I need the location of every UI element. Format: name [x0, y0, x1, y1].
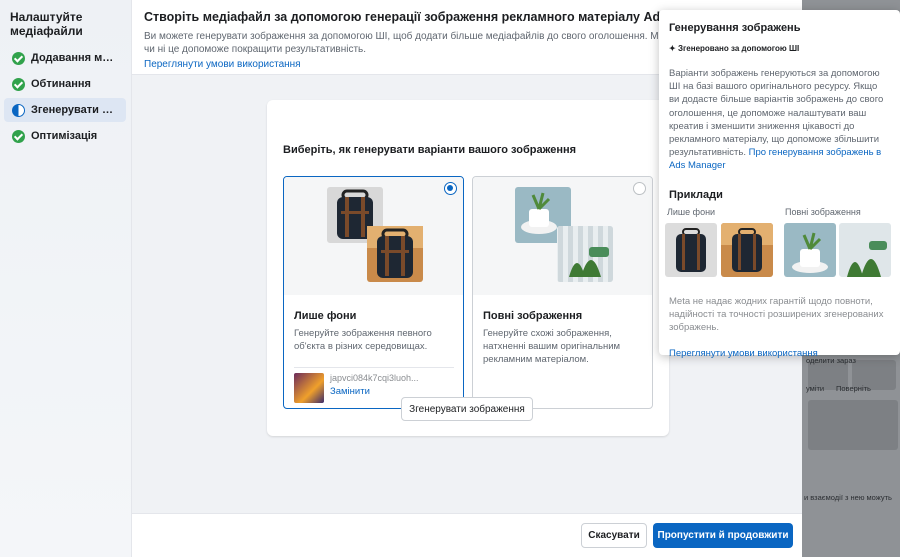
popover-disclaimer: Meta не надає жодних гарантій щодо повно…	[669, 295, 884, 334]
popover-body-text: Варіанти зображень генеруються за допомо…	[669, 68, 884, 159]
popover-title: Генерування зображень	[669, 22, 801, 34]
option-title: Повні зображення	[483, 310, 583, 322]
setup-sidebar: Налаштуйте медіафайли Додавання меді... …	[0, 0, 132, 557]
sparkle-icon: ✦	[669, 44, 676, 53]
option-full-images[interactable]: Повні зображення Генеруйте схожі зображе…	[472, 176, 653, 409]
popover-terms-link[interactable]: Переглянути умови використання	[669, 348, 890, 359]
examples-heading: Приклади	[669, 188, 723, 201]
terms-link[interactable]: Переглянути умови використання	[144, 59, 301, 70]
background-text: и взаємодії з нею можуть	[804, 493, 892, 502]
examples-label-backgrounds: Лише фони	[667, 206, 716, 217]
card-title: Виберіть, як генерувати варіанти вашого …	[283, 144, 577, 156]
asset-name: japvci084k7cqi3luoh...	[330, 373, 419, 383]
check-icon	[12, 129, 25, 143]
option-backgrounds-only[interactable]: Лише фони Генеруйте зображення певного о…	[283, 176, 464, 409]
step-label: Додавання меді...	[31, 52, 118, 64]
step-add-media[interactable]: Додавання меді...	[4, 46, 126, 70]
option-preview	[284, 177, 463, 295]
backpack-preview-image	[327, 187, 423, 282]
step-crop[interactable]: Обтинання	[4, 72, 126, 96]
generate-images-button[interactable]: Згенерувати зображення	[401, 397, 533, 421]
step-label: Обтинання	[31, 78, 91, 90]
image-generation-popover: Генерування зображень ✦ Згенеровано за д…	[659, 10, 900, 359]
step-label: Оптимізація	[31, 130, 98, 142]
option-description: Генеруйте зображення певного об'єкта в р…	[294, 328, 432, 352]
step-label: Згенерувати зоб...	[31, 104, 118, 116]
popover-subtitle-text: Згенеровано за допомогою ШІ	[677, 44, 800, 53]
option-description: Генеруйте схожі зображення, натхненні ва…	[483, 328, 621, 365]
check-icon	[12, 51, 25, 65]
skip-and-continue-button[interactable]: Пропустити й продовжити	[653, 523, 793, 548]
sidebar-title: Налаштуйте медіафайли	[10, 10, 83, 38]
examples-row	[665, 222, 891, 279]
examples-labels: Лише фони Повні зображення	[667, 206, 890, 221]
option-title: Лише фони	[294, 310, 357, 322]
background-thumbnail	[808, 400, 898, 450]
background-text: уміти	[806, 384, 825, 393]
generation-options-card: Виберіть, як генерувати варіанти вашого …	[267, 100, 669, 436]
popover-body: Варіанти зображень генеруються за допомо…	[669, 67, 890, 173]
plants-preview-image	[515, 187, 613, 282]
example-image	[665, 222, 717, 277]
background-text: Поверніть	[836, 384, 871, 393]
example-image	[721, 222, 773, 277]
check-icon	[12, 77, 25, 91]
step-optimization[interactable]: Оптимізація	[4, 124, 126, 148]
option-preview	[473, 177, 652, 295]
example-image	[839, 222, 891, 277]
asset-thumbnail	[294, 373, 324, 403]
example-image	[784, 222, 836, 277]
step-generate-images[interactable]: Згенерувати зоб...	[4, 98, 126, 122]
radio-selected[interactable]	[444, 182, 457, 195]
popover-subtitle: ✦ Згенеровано за допомогою ШІ	[669, 44, 890, 53]
page-title-text: Створіть медіафайл за допомогою генераці…	[144, 10, 715, 24]
cancel-button[interactable]: Скасувати	[581, 523, 647, 548]
replace-asset-link[interactable]: Замінити	[330, 386, 419, 397]
in-progress-icon	[12, 103, 25, 117]
footer: Скасувати Пропустити й продовжити	[132, 513, 802, 557]
radio-unselected[interactable]	[633, 182, 646, 195]
examples-label-full: Повні зображення	[785, 206, 861, 217]
